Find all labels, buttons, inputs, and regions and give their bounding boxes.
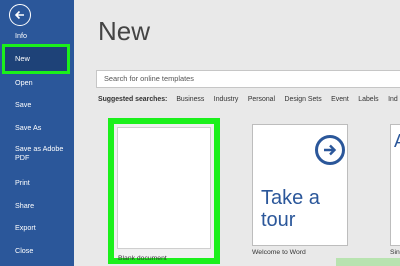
suggested-link-personal[interactable]: Personal xyxy=(248,96,275,103)
sidebar-item-save[interactable]: Save xyxy=(0,95,74,115)
backstage-sidebar: Info New Open Save Save As Save as Adobe… xyxy=(0,0,74,266)
template-label: Blank document xyxy=(118,255,167,262)
page-title: New xyxy=(98,16,151,46)
sidebar-item-save-as-adobe-pdf[interactable]: Save as Adobe PDF xyxy=(0,142,70,164)
template-label: Sin xyxy=(390,249,400,256)
template-label: Welcome to Word xyxy=(252,249,306,256)
template-partial[interactable]: A xyxy=(390,124,400,246)
suggested-link-industry-partial[interactable]: Ind xyxy=(388,96,398,103)
tour-arrow-button xyxy=(315,135,345,165)
sidebar-item-new[interactable]: New xyxy=(2,44,70,74)
template-search-input[interactable]: Search for online templates xyxy=(96,70,400,88)
suggested-searches: Suggested searches: Business Industry Perso… xyxy=(98,96,400,103)
back-button[interactable] xyxy=(9,4,31,26)
suggested-link-event[interactable]: Event xyxy=(331,96,349,103)
sidebar-item-print[interactable]: Print xyxy=(0,173,74,193)
blank-page-preview xyxy=(117,127,211,249)
highlight-tab xyxy=(336,258,400,266)
sidebar-item-open[interactable]: Open xyxy=(0,73,74,93)
template-blank-document[interactable]: Blank document xyxy=(108,118,220,264)
back-arrow-icon xyxy=(14,10,24,20)
sidebar-item-info[interactable]: Info xyxy=(0,26,74,46)
template-welcome-to-word[interactable]: Take a tour xyxy=(252,124,348,246)
tour-preview-text: Take a tour xyxy=(261,187,320,231)
aa-icon: A xyxy=(394,131,400,152)
new-document-pane: New Search for online templates Suggeste… xyxy=(74,0,400,266)
sidebar-item-export[interactable]: Export xyxy=(0,218,74,238)
suggested-link-labels[interactable]: Labels xyxy=(358,96,378,103)
suggested-link-design-sets[interactable]: Design Sets xyxy=(285,96,322,103)
suggested-searches-label: Suggested searches: xyxy=(98,96,168,103)
suggested-link-business[interactable]: Business xyxy=(176,96,204,103)
suggested-link-industry[interactable]: Industry xyxy=(214,96,239,103)
sidebar-item-close[interactable]: Close xyxy=(0,241,74,261)
sidebar-item-share[interactable]: Share xyxy=(0,196,74,216)
sidebar-item-save-as[interactable]: Save As xyxy=(0,118,74,138)
right-arrow-icon xyxy=(324,144,337,156)
